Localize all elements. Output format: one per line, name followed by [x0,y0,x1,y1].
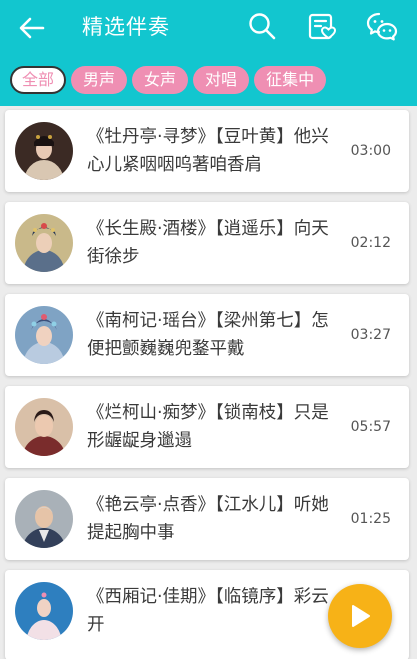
song-title: 《艳云亭·点香》【江水儿】听她提起胸中事 [87,495,329,543]
song-item[interactable]: 《长生殿·酒楼》【逍遥乐】向天街徐步 02:12 [5,202,409,284]
song-title: 《西厢记·佳期》【临镜序】彩云开 [87,587,329,635]
filter-chip-collecting[interactable]: 征集中 [254,66,327,94]
song-duration: 02:12 [350,235,391,251]
search-icon [249,13,276,40]
song-duration: 01:25 [350,511,391,527]
app-header: 精选伴奏 全部 男声 女声 对唱 征集中 [0,0,417,106]
avatar [15,214,73,272]
song-item[interactable]: 《烂柯山·痴梦》【锁南枝】只是形龌龊身邋遢 05:57 [5,386,409,468]
song-title: 《长生殿·酒楼》【逍遥乐】向天街徐步 [87,219,329,267]
song-title: 《南柯记·瑶台》【梁州第七】怎便把颤巍巍兜鍪平戴 [87,311,329,359]
favorites-list-button[interactable] [304,8,340,44]
arrow-left-icon [19,17,45,39]
song-title: 《烂柯山·痴梦》【锁南枝】只是形龌龊身邋遢 [87,403,329,451]
avatar [15,490,73,548]
play-icon [352,605,370,627]
song-duration: 03:00 [350,143,391,159]
back-button[interactable] [16,12,48,44]
filter-chip-all[interactable]: 全部 [10,66,67,94]
song-item[interactable]: 《牡丹亭·寻梦》【豆叶黄】他兴心儿紧咽咽呜著咱香肩 03:00 [5,110,409,192]
avatar [15,582,73,640]
wechat-icon [366,12,398,41]
filter-chip-row: 全部 男声 女声 对唱 征集中 [10,66,327,96]
favorites-list-icon [308,13,337,40]
search-button[interactable] [244,8,280,44]
song-title: 《牡丹亭·寻梦》【豆叶黄】他兴心儿紧咽咽呜著咱香肩 [87,127,329,175]
song-item[interactable]: 《南柯记·瑶台》【梁州第七】怎便把颤巍巍兜鍪平戴 03:27 [5,294,409,376]
avatar [15,398,73,456]
filter-chip-female[interactable]: 女声 [132,66,189,94]
song-duration: 03:27 [350,327,391,343]
avatar [15,306,73,364]
play-all-button[interactable] [328,584,392,648]
page-title: 精选伴奏 [82,15,170,39]
song-duration: 05:57 [350,419,391,435]
filter-chip-male[interactable]: 男声 [71,66,128,94]
avatar [15,122,73,180]
song-item[interactable]: 《艳云亭·点香》【江水儿】听她提起胸中事 01:25 [5,478,409,560]
filter-chip-duet[interactable]: 对唱 [193,66,250,94]
wechat-share-button[interactable] [364,8,400,44]
